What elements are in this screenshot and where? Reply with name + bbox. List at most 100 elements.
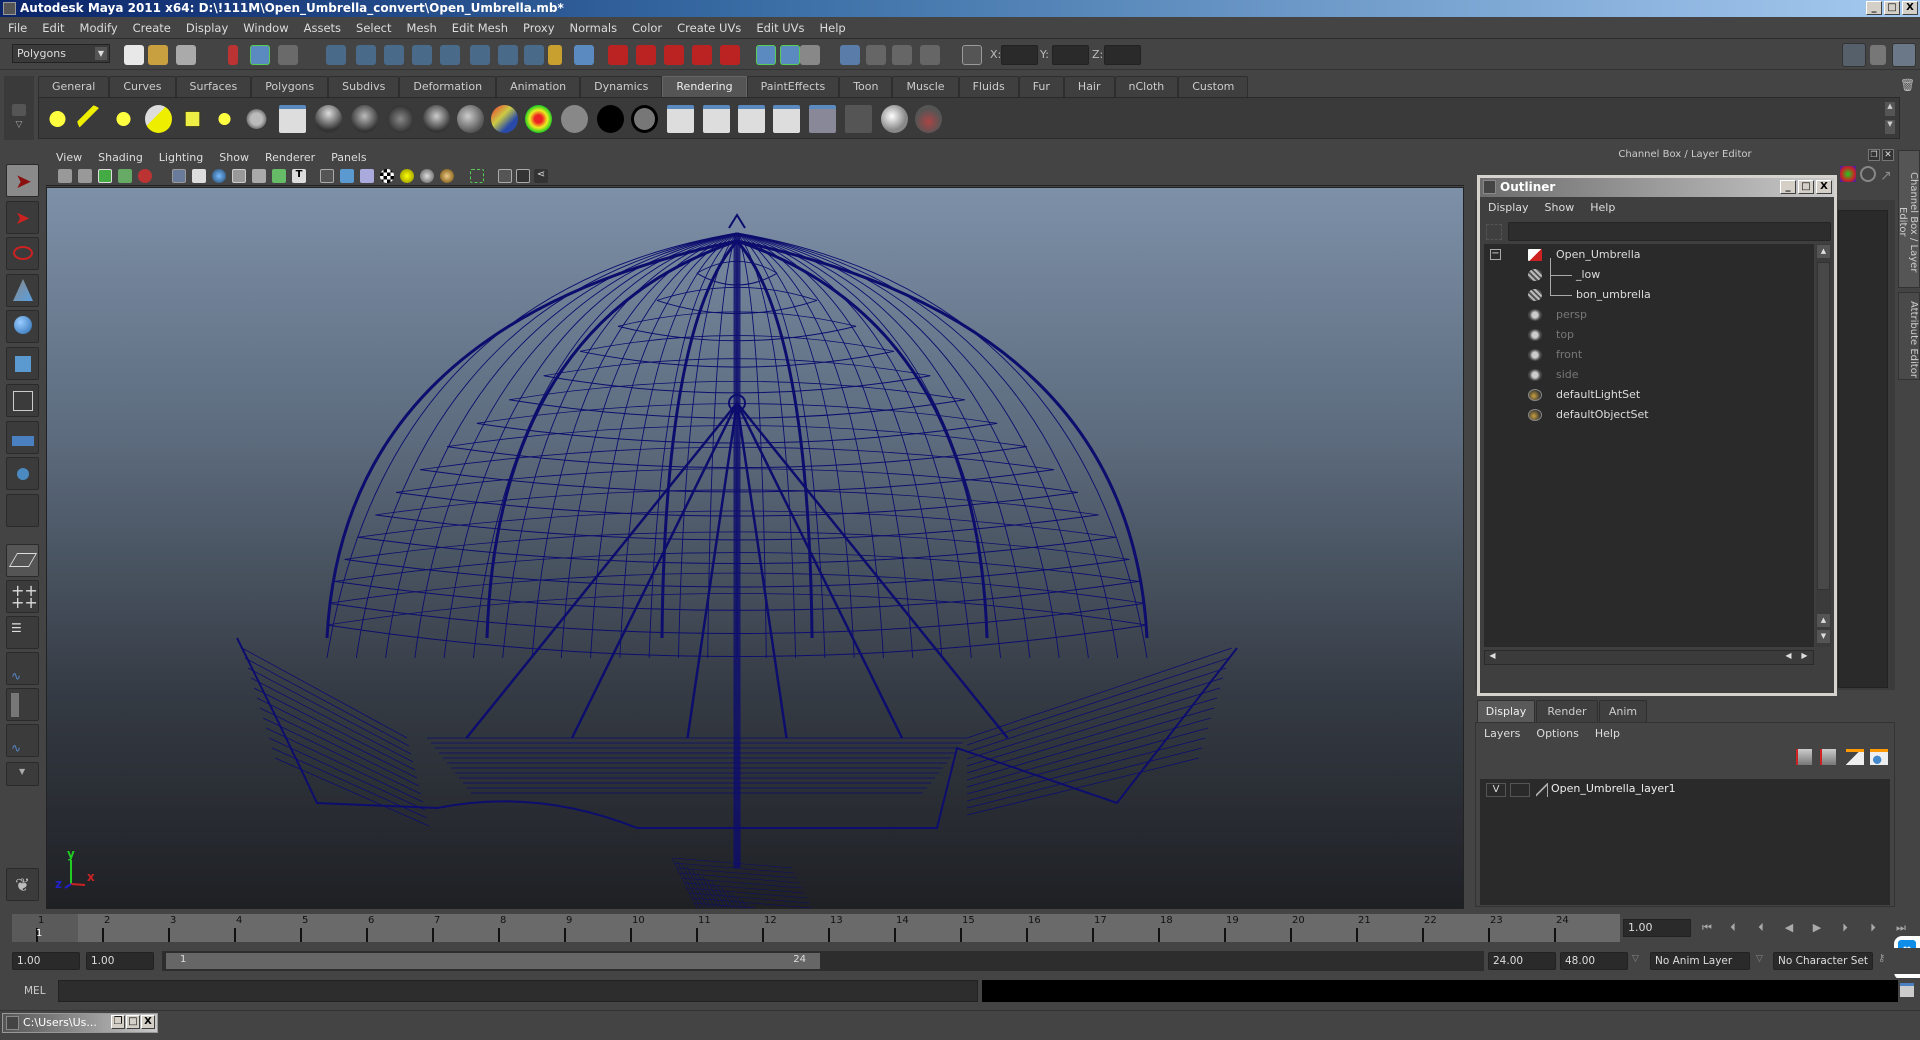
y-field[interactable] <box>1052 45 1089 65</box>
layout-persp-graph[interactable]: ∿ <box>6 652 39 685</box>
move-tool-button[interactable] <box>6 274 39 307</box>
channel-axes-icon[interactable] <box>1840 166 1856 182</box>
outliner-item[interactable]: top <box>1484 326 1814 344</box>
filter-toggle-icon[interactable] <box>1486 224 1502 240</box>
menu-display[interactable]: Display <box>186 21 228 35</box>
outliner-item[interactable]: bon_umbrella <box>1484 266 1814 304</box>
layout-more-button[interactable]: ▼ <box>6 762 39 786</box>
step-forward-key-icon[interactable]: ⏵ <box>1838 921 1852 935</box>
render-snapshot-icon[interactable] <box>780 45 800 65</box>
camera-icon[interactable] <box>243 105 270 133</box>
scroll-left-icon[interactable]: ◀ <box>1486 651 1499 664</box>
phonge-material-icon[interactable] <box>387 105 414 133</box>
snap-curve-icon[interactable] <box>356 45 376 65</box>
go-to-end-icon[interactable]: ⏭ <box>1894 921 1908 935</box>
menu-set-dropdown[interactable]: Polygons ▼ <box>12 44 110 63</box>
float-panel-icon[interactable]: ❐ <box>1868 149 1880 161</box>
shelf-tab-fur[interactable]: Fur <box>1018 76 1064 97</box>
shelf-tab-painteffects[interactable]: PaintEffects <box>746 76 840 97</box>
shading-map-icon[interactable] <box>597 105 624 133</box>
layout-hypershade-persp[interactable] <box>6 688 39 721</box>
use-background-icon[interactable] <box>561 105 588 133</box>
new-scene-icon[interactable] <box>124 45 144 65</box>
layer-menu-help[interactable]: Help <box>1595 727 1620 740</box>
paint-select-tool-button[interactable] <box>6 237 39 270</box>
xray-joints-icon[interactable] <box>516 169 530 183</box>
menu-normals[interactable]: Normals <box>570 21 618 35</box>
soft-modification-button[interactable] <box>6 421 39 454</box>
layout-single-perspective[interactable] <box>6 544 39 577</box>
lasso-tool-button[interactable]: ➤ <box>6 201 39 234</box>
new-layer-icon[interactable] <box>1846 749 1864 765</box>
x-field[interactable] <box>1001 45 1038 65</box>
area-light-icon[interactable] <box>184 110 201 128</box>
last-tool-button[interactable] <box>6 494 39 527</box>
layer-color-swatch[interactable] <box>1536 783 1548 797</box>
shelf-tab-surfaces[interactable]: Surfaces <box>175 76 252 97</box>
ambient-light-icon[interactable] <box>44 105 71 133</box>
viewport-menu-panels[interactable]: Panels <box>331 151 366 164</box>
shelf-tab-subdivs[interactable]: Subdivs <box>328 76 400 97</box>
show-manipulator-button[interactable] <box>6 457 39 490</box>
playback-range-slider[interactable]: 1 24 <box>162 951 1484 971</box>
menu-create[interactable]: Create <box>133 21 171 35</box>
menu-mesh[interactable]: Mesh <box>407 21 437 35</box>
channel-box-toggle-icon[interactable] <box>1892 43 1916 67</box>
layout-four-view[interactable]: ++ ++ <box>6 580 39 613</box>
menu-modify[interactable]: Modify <box>80 21 118 35</box>
shelf-tab-muscle[interactable]: Muscle <box>892 76 959 97</box>
open-scene-icon[interactable] <box>148 45 168 65</box>
select-component-icon[interactable] <box>278 45 298 65</box>
batch-render-icon[interactable] <box>738 105 765 133</box>
rotate-tool-button[interactable] <box>6 310 39 343</box>
mental-ray-icon[interactable] <box>881 105 908 133</box>
outliner-item[interactable]: defaultObjectSet <box>1484 406 1814 424</box>
outliner-close-button[interactable]: X <box>1816 180 1832 194</box>
input-mode-icon[interactable] <box>962 45 982 65</box>
snap-grid-icon[interactable] <box>326 45 346 65</box>
outliner-item[interactable]: Open_Umbrella − <box>1484 246 1814 264</box>
collapse-icon[interactable]: − <box>1490 249 1501 260</box>
gate-mask-icon[interactable] <box>232 169 246 183</box>
outliner-item[interactable]: persp <box>1484 306 1814 324</box>
output-ops-icon[interactable] <box>664 45 684 65</box>
snap-point-icon[interactable] <box>384 45 404 65</box>
step-back-frame-icon[interactable]: ⏴ <box>1726 921 1740 935</box>
spot-light-icon[interactable] <box>145 105 172 133</box>
xray-icon[interactable] <box>498 169 512 183</box>
chevron-down-icon[interactable]: ▽ <box>1756 954 1763 964</box>
paint-icon[interactable] <box>498 45 518 65</box>
time-ruler[interactable]: 1 2 3 4 5 6 7 8 9 10 11 12 13 14 15 16 17 18 19 20 21 22 23 24 … <box>12 914 1620 942</box>
film-gate-icon[interactable] <box>192 169 206 183</box>
select-camera-icon[interactable] <box>58 169 72 183</box>
smooth-shade-icon[interactable] <box>340 169 354 183</box>
selection-mask-icon[interactable] <box>574 45 594 65</box>
lambert-material-icon[interactable] <box>279 105 306 133</box>
viewport-menu-show[interactable]: Show <box>219 151 249 164</box>
default-lighting-icon[interactable] <box>400 169 414 183</box>
viewport-menu-view[interactable]: View <box>56 151 82 164</box>
minimize-button[interactable]: _ <box>1866 1 1882 15</box>
save-scene-icon[interactable] <box>176 45 196 65</box>
viewport-menu-shading[interactable]: Shading <box>98 151 143 164</box>
render-view-icon[interactable] <box>845 105 872 133</box>
render-view-icon[interactable] <box>800 45 820 65</box>
shelf-scroll-down[interactable]: ▼ <box>1885 120 1895 134</box>
layout-persp-outliner-graph[interactable]: ∿ <box>6 724 39 757</box>
shelf-tab-ncloth[interactable]: nCloth <box>1114 76 1179 97</box>
input-ops-icon[interactable] <box>636 45 656 65</box>
tab-channel-box-layer-editor[interactable]: Channel Box / Layer Editor <box>1897 150 1920 288</box>
bookmarks-icon[interactable] <box>98 169 112 183</box>
mel-label[interactable]: MEL <box>24 985 46 997</box>
start-time-field[interactable]: 1.00 <box>12 952 80 970</box>
shelf-tab-fluids[interactable]: Fluids <box>958 76 1019 97</box>
ramp-shader-icon[interactable] <box>491 105 518 133</box>
outliner-horizontal-scrollbar[interactable]: ◀ ◀ ▶ <box>1484 650 1814 665</box>
maya-logo-button[interactable]: ❦ <box>6 868 39 901</box>
tool-settings-toggle-icon[interactable] <box>1870 45 1886 65</box>
close-button[interactable]: X <box>141 1015 155 1029</box>
ipr-render-icon[interactable] <box>866 45 886 65</box>
scroll-up-icon[interactable]: ▲ <box>1817 245 1830 258</box>
layout-persp-outliner[interactable]: ☰ <box>6 616 39 649</box>
render-current-frame-icon[interactable] <box>667 105 694 133</box>
